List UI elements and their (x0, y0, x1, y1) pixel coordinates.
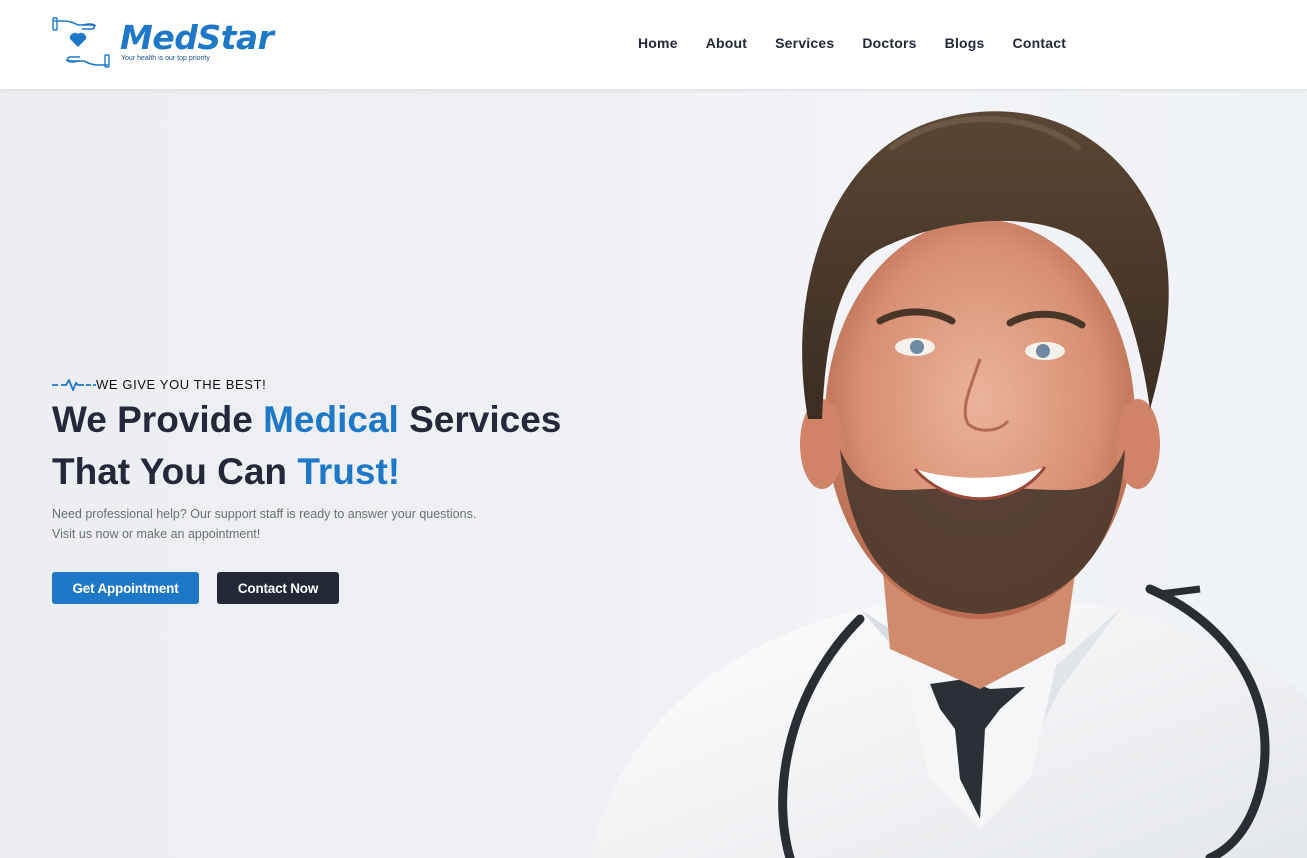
nav-about[interactable]: About (692, 33, 761, 53)
site-header: MedStar Your health is our top priority … (0, 0, 1307, 89)
contact-now-button[interactable]: Contact Now (217, 572, 339, 604)
headline-line-1: We Provide Medical Services (52, 399, 561, 440)
nav-home[interactable]: Home (624, 33, 692, 53)
hero-description: Need professional help? Our support staf… (52, 504, 476, 544)
headline-line-2: That You Can Trust! (52, 451, 400, 492)
headline-text: We Provide (52, 399, 264, 440)
nav-doctors[interactable]: Doctors (848, 33, 930, 53)
description-line: Visit us now or make an appointment! (52, 527, 261, 541)
main-nav: Home About Services Doctors Blogs Contac… (624, 33, 1080, 53)
description-line: Need professional help? Our support staf… (52, 507, 477, 521)
headline-text: That You Can (52, 451, 298, 492)
nav-blogs[interactable]: Blogs (931, 33, 999, 53)
brand-tagline: Your health is our top priority (121, 55, 210, 62)
nav-contact[interactable]: Contact (999, 33, 1081, 53)
headline-accent: Medical (263, 399, 399, 440)
hero-eyebrow: WE GIVE YOU THE BEST! (52, 377, 266, 392)
doctor-image (590, 111, 1307, 858)
hero-section: WE GIVE YOU THE BEST! We Provide Medical… (0, 89, 1307, 858)
brand-logo[interactable]: MedStar Your health is our top priority (52, 15, 282, 71)
headline-text: Services (398, 399, 562, 440)
brand-name: MedStar (120, 18, 274, 57)
heartbeat-icon (52, 378, 96, 391)
nav-services[interactable]: Services (761, 33, 848, 53)
eyebrow-text: WE GIVE YOU THE BEST! (96, 377, 267, 392)
get-appointment-button[interactable]: Get Appointment (52, 572, 199, 604)
hero-headline: We Provide Medical Services That You Can… (52, 394, 561, 498)
hands-heart-icon (52, 17, 110, 68)
headline-accent: Trust! (297, 451, 401, 492)
